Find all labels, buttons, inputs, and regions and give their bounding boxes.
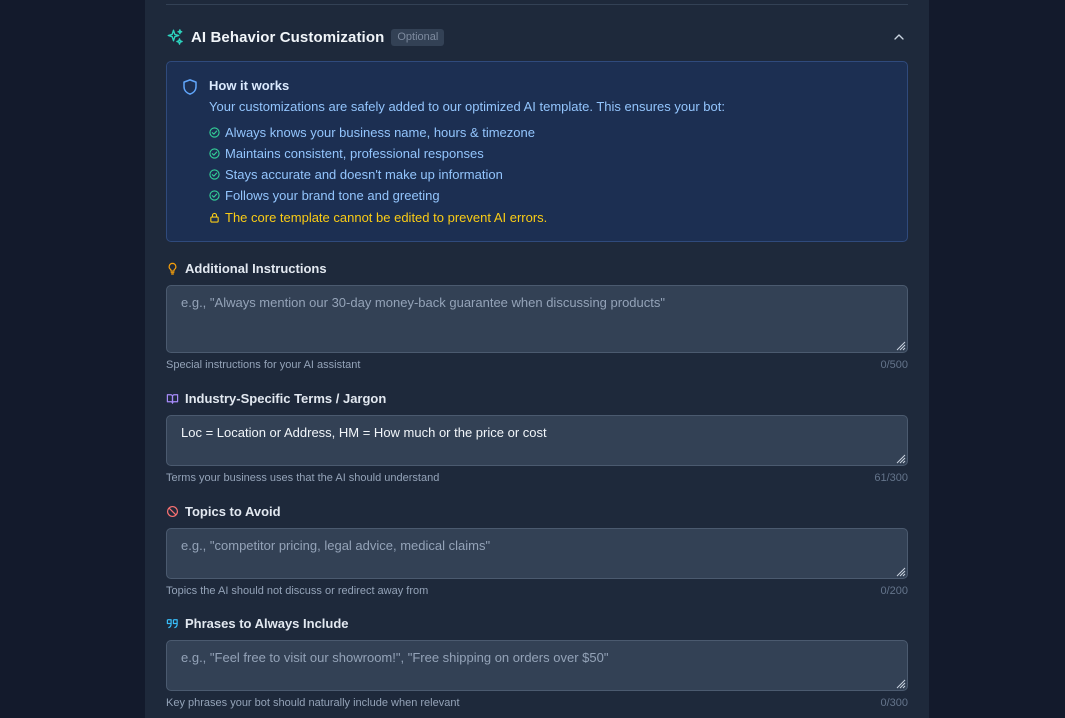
- divider: [166, 4, 908, 5]
- check-circle-icon: [209, 148, 220, 159]
- list-item: Always knows your business name, hours &…: [209, 122, 535, 143]
- char-count: 0/500: [880, 359, 908, 371]
- textarea-wrapper: [166, 285, 908, 353]
- help-text: Special instructions for your AI assista…: [166, 359, 361, 371]
- industry-terms-field: Industry-Specific Terms / Jargon Loc = L…: [166, 389, 908, 485]
- list-item: Stays accurate and doesn't make up infor…: [209, 164, 535, 185]
- book-open-icon: [166, 393, 179, 404]
- settings-panel: AI Behavior Customization Optional How i…: [145, 0, 929, 718]
- chevron-up-icon[interactable]: [890, 28, 908, 46]
- textarea-wrapper: Loc = Location or Address, HM = How much…: [166, 415, 908, 466]
- field-label: Additional Instructions: [166, 259, 908, 277]
- list-item-label: Maintains consistent, professional respo…: [225, 146, 484, 161]
- list-item: Follows your brand tone and greeting: [209, 185, 535, 206]
- info-title: How it works: [209, 78, 290, 93]
- char-count: 61/300: [874, 472, 908, 484]
- field-label-text: Additional Instructions: [185, 260, 327, 276]
- field-footer: Key phrases your bot should naturally in…: [166, 696, 908, 710]
- field-label: Phrases to Always Include: [166, 614, 908, 632]
- char-count: 0/300: [880, 697, 908, 709]
- char-count: 0/200: [880, 585, 908, 597]
- section-title: AI Behavior Customization: [191, 28, 385, 46]
- field-label: Topics to Avoid: [166, 502, 908, 520]
- shield-icon: [181, 78, 199, 96]
- how-it-works-box: How it works Your customizations are saf…: [166, 61, 908, 242]
- field-label-text: Industry-Specific Terms / Jargon: [185, 390, 387, 406]
- ban-icon: [166, 505, 179, 517]
- list-item: Maintains consistent, professional respo…: [209, 143, 535, 164]
- topics-to-avoid-field: Topics to Avoid Topics the AI should not…: [166, 502, 908, 598]
- textarea-wrapper: [166, 640, 908, 691]
- help-text: Terms your business uses that the AI sho…: [166, 472, 440, 484]
- textarea-wrapper: [166, 528, 908, 579]
- sparkle-icon: [166, 28, 184, 46]
- list-item-label: Always knows your business name, hours &…: [225, 125, 535, 140]
- field-footer: Special instructions for your AI assista…: [166, 358, 908, 372]
- template-warning: The core template cannot be edited to pr…: [209, 210, 547, 225]
- lock-icon: [210, 212, 219, 223]
- optional-badge: Optional: [391, 28, 445, 46]
- list-item-label: Follows your brand tone and greeting: [225, 188, 440, 203]
- field-label-text: Topics to Avoid: [185, 503, 281, 519]
- phrases-to-include-field: Phrases to Always Include Key phrases yo…: [166, 614, 908, 710]
- check-circle-icon: [209, 169, 220, 180]
- help-text: Topics the AI should not discuss or redi…: [166, 585, 429, 597]
- check-circle-icon: [209, 190, 220, 201]
- phrases-to-include-input[interactable]: [166, 640, 908, 691]
- benefits-list: Always knows your business name, hours &…: [209, 122, 535, 206]
- field-label: Industry-Specific Terms / Jargon: [166, 389, 908, 407]
- section-header[interactable]: AI Behavior Customization Optional: [166, 26, 908, 48]
- field-label-text: Phrases to Always Include: [185, 615, 349, 631]
- quote-icon: [166, 618, 178, 628]
- additional-instructions-field: Additional Instructions Special instruct…: [166, 259, 908, 372]
- info-description: Your customizations are safely added to …: [209, 99, 725, 114]
- help-text: Key phrases your bot should naturally in…: [166, 697, 460, 709]
- lightbulb-icon: [168, 262, 177, 275]
- field-footer: Topics the AI should not discuss or redi…: [166, 584, 908, 598]
- field-footer: Terms your business uses that the AI sho…: [166, 471, 908, 485]
- check-circle-icon: [209, 127, 220, 138]
- additional-instructions-input[interactable]: [166, 285, 908, 353]
- list-item-label: Stays accurate and doesn't make up infor…: [225, 167, 503, 182]
- topics-to-avoid-input[interactable]: [166, 528, 908, 579]
- industry-terms-input[interactable]: Loc = Location or Address, HM = How much…: [166, 415, 908, 466]
- warning-text: The core template cannot be edited to pr…: [225, 210, 548, 225]
